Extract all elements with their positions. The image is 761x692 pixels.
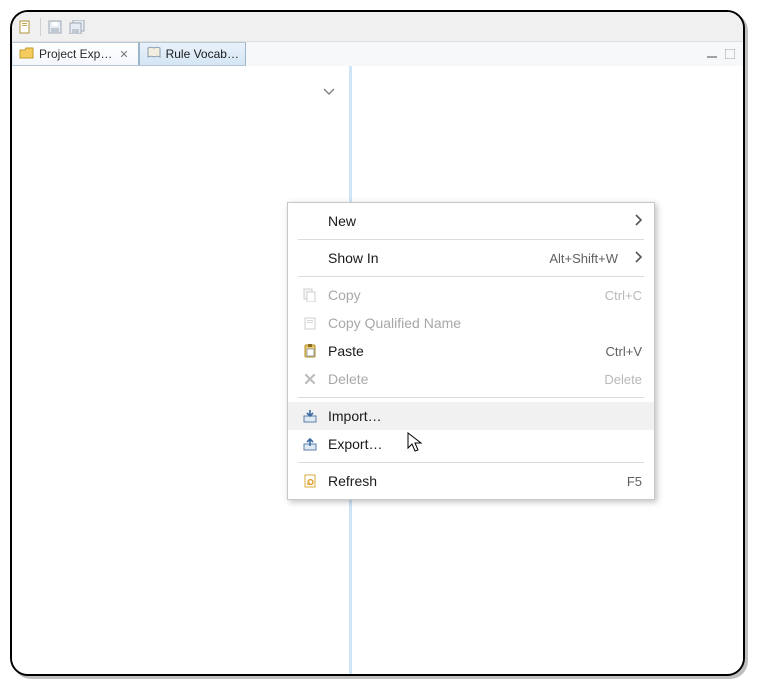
menu-export[interactable]: Export… (288, 430, 654, 458)
menu-paste[interactable]: Paste Ctrl+V (288, 337, 654, 365)
menu-refresh-shortcut: F5 (627, 474, 642, 489)
menu-delete-label: Delete (328, 371, 594, 387)
toolbar-separator (40, 18, 41, 36)
menu-paste-label: Paste (328, 343, 596, 359)
book-icon (146, 46, 162, 63)
menu-refresh[interactable]: Refresh F5 (288, 467, 654, 495)
refresh-icon (302, 474, 318, 488)
menu-separator (298, 276, 644, 277)
menu-import[interactable]: Import… (288, 402, 654, 430)
submenu-chevron-icon (634, 251, 642, 266)
menu-copy-label: Copy (328, 287, 595, 303)
menu-delete-shortcut: Delete (604, 372, 642, 387)
rule-vocab-tab-label: Rule Vocab… (166, 47, 239, 61)
save-all-icon[interactable] (69, 20, 87, 34)
menu-separator (298, 397, 644, 398)
delete-icon (302, 372, 318, 386)
menu-copy-qualified-label: Copy Qualified Name (328, 315, 642, 331)
menu-new[interactable]: New (288, 207, 654, 235)
menu-refresh-label: Refresh (328, 473, 617, 489)
folder-icon (19, 46, 35, 63)
context-menu: New Show In Alt+Shift+W Copy Ctrl+C (287, 202, 655, 500)
project-explorer-tab-label: Project Exp… (39, 47, 112, 61)
new-file-icon[interactable] (18, 20, 34, 34)
menu-paste-shortcut: Ctrl+V (606, 344, 642, 359)
paste-icon (302, 344, 318, 358)
window-frame: Project Exp… ✕ Rule Vocab… (10, 10, 745, 676)
menu-show-in[interactable]: Show In Alt+Shift+W (288, 244, 654, 272)
minimize-view-icon[interactable] (707, 49, 717, 59)
menu-copy-shortcut: Ctrl+C (605, 288, 642, 303)
menu-show-in-label: Show In (328, 250, 539, 266)
tab-row: Project Exp… ✕ Rule Vocab… (12, 42, 743, 66)
menu-delete: Delete Delete (288, 365, 654, 393)
close-icon[interactable]: ✕ (116, 48, 131, 61)
menu-separator (298, 239, 644, 240)
menu-import-label: Import… (328, 408, 642, 424)
top-toolbar (12, 12, 743, 42)
export-icon (302, 437, 318, 451)
save-icon[interactable] (47, 20, 63, 34)
menu-copy-qualified: Copy Qualified Name (288, 309, 654, 337)
menu-separator (298, 462, 644, 463)
menu-show-in-shortcut: Alt+Shift+W (549, 251, 618, 266)
import-icon (302, 409, 318, 423)
rule-vocab-tab[interactable]: Rule Vocab… (139, 42, 246, 66)
menu-new-label: New (328, 213, 624, 229)
menu-copy: Copy Ctrl+C (288, 281, 654, 309)
copy-icon (302, 288, 318, 302)
view-menu-chevron-icon[interactable] (323, 84, 335, 99)
copy-qualified-icon (302, 316, 318, 330)
submenu-chevron-icon (634, 214, 642, 229)
project-explorer-tab[interactable]: Project Exp… ✕ (12, 42, 139, 66)
menu-export-label: Export… (328, 436, 642, 452)
maximize-view-icon[interactable] (725, 49, 735, 59)
